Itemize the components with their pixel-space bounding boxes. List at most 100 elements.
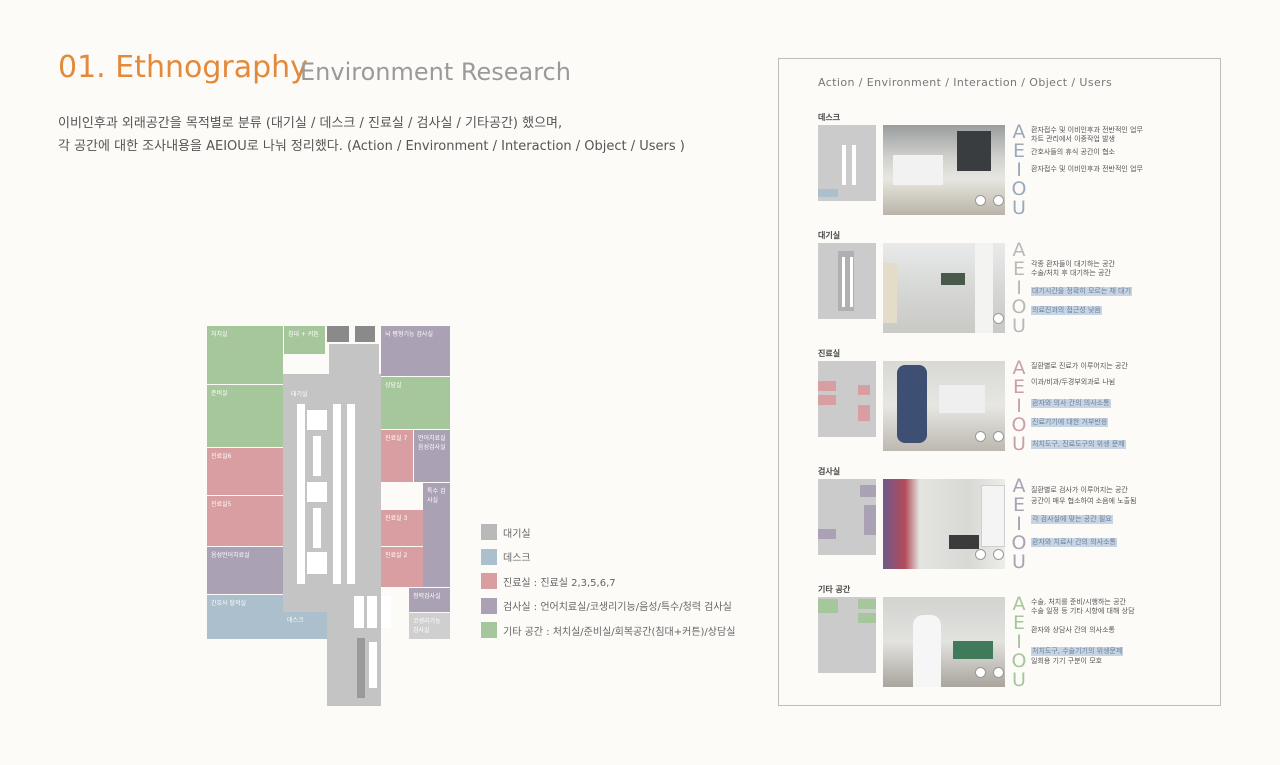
room-balance-test: 뇌 평형기능 검사실 xyxy=(381,326,450,376)
section-label: 데스크 xyxy=(818,113,841,122)
test-room-photo xyxy=(883,479,1005,569)
aeiou-letter-u: U xyxy=(1012,433,1026,455)
room-prep: 준비실 xyxy=(207,385,283,447)
section-test-room: 검사실 A E I O U 질환별로 검사가 이루어지는 공간 공간이 매우 협… xyxy=(818,466,1208,586)
section-desk: 데스크 A E I O U 환자접수 및 이비인후과 전반적인 업무 차트 관리… xyxy=(818,112,1208,232)
section-label: 검사실 xyxy=(818,467,841,476)
seat-block xyxy=(354,596,364,628)
aeiou-letter-u: U xyxy=(1012,551,1026,573)
note-highlight: 처치도구, 수술기기의 위생문제 xyxy=(1031,647,1124,656)
note: 차트 관리에서 이중작업 발생 xyxy=(1031,135,1115,143)
notes: 질환별로 진료가 이루어지는 공간 이과/비과/두경부외과로 나뉨 환자와 의사… xyxy=(1031,362,1211,450)
legend-label: 데스크 xyxy=(503,553,531,564)
seat-block xyxy=(367,596,377,628)
note-highlight: 처치도구, 진료도구의 위생 문제 xyxy=(1031,440,1126,449)
seat-block xyxy=(369,642,377,688)
note: 질환별로 검사가 이루어지는 공간 xyxy=(1031,486,1128,494)
seat-block xyxy=(313,508,321,548)
mini-plan-thumbnail xyxy=(818,125,876,201)
seat-block xyxy=(307,482,327,502)
floor-plan: 처치실 침대 + 커튼 뇌 평형기능 검사실 상담실 준비실 대기실 진료실 7… xyxy=(207,326,450,706)
note: 공간이 매우 협소하여 소음에 노출됨 xyxy=(1031,497,1137,505)
legend-swatch xyxy=(481,548,497,565)
note: 일회용 기기 구분이 모호 xyxy=(1031,657,1103,665)
note: 간호사들의 휴식 공간이 협소 xyxy=(1031,148,1115,156)
notes: 각종 환자들이 대기하는 공간 수술/처치 후 대기하는 공간 대기시간을 정확… xyxy=(1031,260,1211,316)
aeiou-letter-u: U xyxy=(1012,669,1026,691)
note: 수술/처치 후 대기하는 공간 xyxy=(1031,269,1111,277)
notes: 수술, 처치를 준비/시행하는 공간 수술 일정 등 기타 시항에 대해 상담 … xyxy=(1031,598,1211,666)
seat-row xyxy=(333,404,341,584)
room-hearing-test: 청력검사실 xyxy=(409,588,450,612)
mini-plan-thumbnail xyxy=(818,597,876,673)
notes: 환자접수 및 이비인후과 전반적인 업무 차트 관리에서 이중작업 발생 간호사… xyxy=(1031,126,1211,174)
note-highlight: 환자와 치료사 간의 의사소통 xyxy=(1031,538,1117,547)
aeiou-letters: A E I O U xyxy=(1011,359,1027,454)
room-nurse-locker: 간호사 탈의실 xyxy=(207,595,283,639)
waiting-room-photo xyxy=(883,243,1005,333)
section-label: 기타 공간 xyxy=(818,585,851,594)
legend-item: 데스크 xyxy=(481,548,735,565)
seat-block xyxy=(307,552,327,574)
legend: 대기실 데스크 진료실 : 진료실 2,3,5,6,7 검사실 : 언어치료실/… xyxy=(481,524,735,647)
room-consultation: 상담실 xyxy=(381,377,450,429)
note: 수술 일정 등 기타 시항에 대해 상담 xyxy=(1031,607,1135,615)
mini-plan-thumbnail xyxy=(818,479,876,555)
note: 질환별로 진료가 이루어지는 공간 xyxy=(1031,362,1128,370)
note-highlight: 의료진과의 접근성 낮음 xyxy=(1031,306,1102,315)
plan-block-grey xyxy=(329,344,379,374)
room-exam-5: 진료실5 xyxy=(207,496,283,546)
page-title: 01. Ethnography xyxy=(58,50,308,85)
plan-block-dark xyxy=(357,638,365,698)
note-highlight: 각 검사실에 맞는 공간 필요 xyxy=(1031,515,1113,524)
note: 이과/비과/두경부외과로 나뉨 xyxy=(1031,378,1116,386)
room-voice-therapy: 음성언어치료실 xyxy=(207,547,283,594)
legend-label: 대기실 xyxy=(503,528,531,540)
note-highlight: 진료기기에 대한 거부반응 xyxy=(1031,418,1109,427)
legend-label: 검사실 : 언어치료실/코생리기능/음성/특수/청력 검사실 xyxy=(503,602,732,613)
room-special-test: 특수 검사실 xyxy=(423,483,450,587)
room-exam-7: 진료실 7 xyxy=(381,430,413,482)
room-nasal-test: 코생리기능검사실 xyxy=(409,613,450,639)
note-highlight: 환자와 의사 간의 의사소통 xyxy=(1031,399,1111,408)
aeiou-letters: A E I O U xyxy=(1011,595,1027,690)
aeiou-letters: A E I O U xyxy=(1011,477,1027,572)
aeiou-letters: A E I O U xyxy=(1011,123,1027,218)
seat-block xyxy=(313,436,321,476)
legend-label: 기타 공간 : 처치실/준비실/회복공간(침대+커튼)/상담실 xyxy=(503,626,736,638)
seat-block xyxy=(307,410,327,430)
note: 각종 환자들이 대기하는 공간 xyxy=(1031,260,1115,268)
legend-item: 진료실 : 진료실 2,3,5,6,7 xyxy=(481,573,735,589)
other-spaces-photo xyxy=(883,597,1005,687)
room-exam-2: 진료실 2 xyxy=(381,547,423,587)
legend-swatch xyxy=(481,622,497,638)
room-exam-6: 진료실6 xyxy=(207,448,283,495)
panel-header: Action / Environment / Interaction / Obj… xyxy=(818,76,1113,89)
desk-photo xyxy=(883,125,1005,215)
note: 환자접수 및 이비인후과 전반적인 업무 xyxy=(1031,165,1143,173)
description-line-1: 이비인후과 외래공간을 목적별로 분류 (대기실 / 데스크 / 진료실 / 검… xyxy=(58,116,563,131)
section-label: 대기실 xyxy=(818,231,841,240)
mini-plan-thumbnail xyxy=(818,243,876,319)
legend-label: 진료실 : 진료실 2,3,5,6,7 xyxy=(503,577,616,589)
legend-item: 기타 공간 : 처치실/준비실/회복공간(침대+커튼)/상담실 xyxy=(481,622,735,638)
legend-swatch xyxy=(481,524,497,540)
notes: 질환별로 검사가 이루어지는 공간 공간이 매우 협소하여 소음에 노출됨 각 … xyxy=(1031,486,1211,548)
aeiou-letter-u: U xyxy=(1012,197,1026,219)
seat-row xyxy=(347,404,355,584)
room-desk: 데스크 xyxy=(283,612,327,639)
legend-item: 대기실 xyxy=(481,524,735,540)
legend-swatch xyxy=(481,597,497,614)
room-bed-curtain: 침대 + 커튼 xyxy=(284,326,325,354)
legend-swatch xyxy=(481,573,497,589)
description-line-2: 각 공간에 대한 조사내용을 AEIOU로 나눠 정리했다. (Action /… xyxy=(58,139,685,154)
section-label: 진료실 xyxy=(818,349,841,358)
aeiou-letters: A E I O U xyxy=(1011,241,1027,336)
plan-block-dark xyxy=(355,326,375,342)
note: 환자접수 및 이비인후과 전반적인 업무 xyxy=(1031,126,1143,134)
mini-plan-thumbnail xyxy=(818,361,876,437)
room-speech-therapy: 언어치료실 음성검사실 xyxy=(414,430,450,482)
section-other-spaces: 기타 공간 A E I O U 수술, 처치를 준비/시행하는 공간 수술 일정… xyxy=(818,584,1208,704)
note: 수술, 처치를 준비/시행하는 공간 xyxy=(1031,598,1126,606)
note-highlight: 대기시간을 정확히 모르는 채 대기 xyxy=(1031,287,1133,296)
